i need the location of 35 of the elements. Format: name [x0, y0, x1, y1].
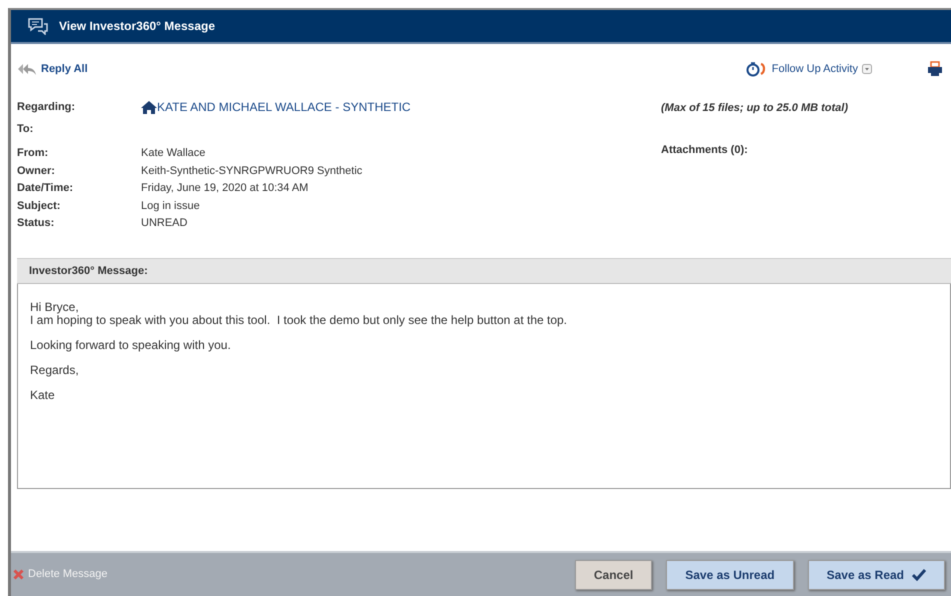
field-label: Date/Time: — [16, 181, 74, 196]
check-icon — [912, 568, 926, 580]
section-header: Investor360° Message: — [29, 264, 148, 279]
field-value: Log in issue — [141, 198, 200, 214]
field-label: Regarding: — [16, 100, 76, 115]
field-label: Owner: — [16, 164, 56, 178]
message-paragraph: Hi Bryce, I am hoping to speak with you about this tool. I took the demo but only see the help button at the top. — [30, 301, 568, 327]
window-title: View Investor360° Message — [59, 18, 215, 35]
chat-bubbles-icon — [27, 17, 49, 35]
stopwatch-icon — [746, 61, 768, 77]
reply-all-icon — [17, 63, 37, 75]
field-value: Keith-Synthetic-SYNRGPWRUOR9 Synthetic — [141, 164, 362, 178]
limit-note: (Max of 15 files; up to 25.0 MB total) — [661, 101, 848, 116]
field-value: Friday, June 19, 2020 at 10:34 AM — [141, 181, 308, 196]
field-label: To: — [16, 122, 34, 136]
printer-icon — [927, 61, 943, 77]
cancel-button[interactable]: Cancel — [574, 560, 652, 590]
regarding-link[interactable]: KATE AND MICHAEL WALLACE - SYNTHETIC — [141, 98, 411, 116]
attachments-label: Attachments (0): — [661, 142, 749, 158]
field-value: UNREAD — [141, 216, 188, 231]
message-paragraph: Regards, — [30, 364, 80, 377]
message-paragraph: Kate — [30, 389, 56, 402]
field-label: Subject: — [16, 198, 62, 214]
message-paragraph: Looking forward to speaking with you. — [30, 339, 232, 352]
save-unread-button[interactable]: Save as Unread — [666, 560, 794, 590]
reply-all-link[interactable]: Reply All — [17, 60, 88, 78]
follow-up-dropdown[interactable]: Follow Up Activity — [746, 60, 872, 78]
caret-icon — [862, 64, 872, 74]
field-label: Status: — [16, 216, 56, 231]
close-icon — [13, 569, 24, 580]
field-value: Kate Wallace — [141, 146, 206, 161]
print-button[interactable] — [927, 61, 943, 77]
house-icon — [141, 100, 157, 114]
field-label: From: — [16, 146, 50, 161]
save-read-button[interactable]: Save as Read — [808, 560, 945, 590]
